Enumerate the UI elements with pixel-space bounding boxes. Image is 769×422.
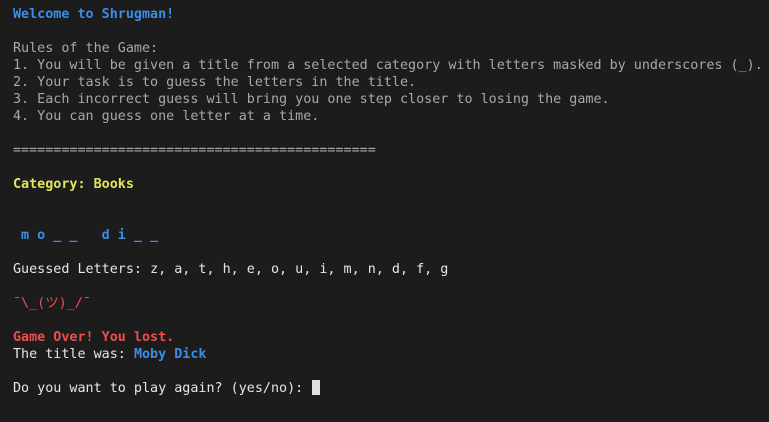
guessed-letters-value: z, a, t, h, e, o, u, i, m, n, d, f, g [150, 262, 449, 277]
shrug-figure: ¯\_(ツ)_/¯ [13, 296, 91, 311]
title-answer: Moby Dick [133, 347, 207, 362]
welcome-heading: Welcome to Shrugman! [13, 7, 175, 22]
rule-line-4: 4. You can guess one letter at a time. [13, 109, 320, 124]
rule-line-1: 1. You will be given a title from a sele… [13, 58, 763, 73]
title-reveal-line: The title was: Moby Dick [13, 346, 207, 363]
separator: ========================================… [13, 143, 376, 158]
guessed-letters-label: Guessed Letters: [13, 262, 151, 277]
terminal-window: Welcome to Shrugman! Rules of the Game: … [0, 0, 769, 422]
masked-title: m o _ _ d i _ _ [13, 228, 159, 243]
category-label: Category: Books [13, 177, 134, 192]
rule-line-3: 3. Each incorrect guess will bring you o… [13, 92, 610, 107]
rule-line-2: 2. Your task is to guess the letters in … [13, 75, 417, 90]
cursor-block[interactable] [312, 380, 321, 395]
play-again-prompt-line[interactable]: Do you want to play again? (yes/no): [13, 380, 321, 397]
play-again-prompt: Do you want to play again? (yes/no): [13, 381, 312, 396]
guessed-letters-line: Guessed Letters: z, a, t, h, e, o, u, i,… [13, 261, 448, 278]
game-over-message: Game Over! You lost. [13, 330, 175, 345]
rules-title: Rules of the Game: [13, 41, 159, 56]
title-reveal-label: The title was: [13, 347, 134, 362]
